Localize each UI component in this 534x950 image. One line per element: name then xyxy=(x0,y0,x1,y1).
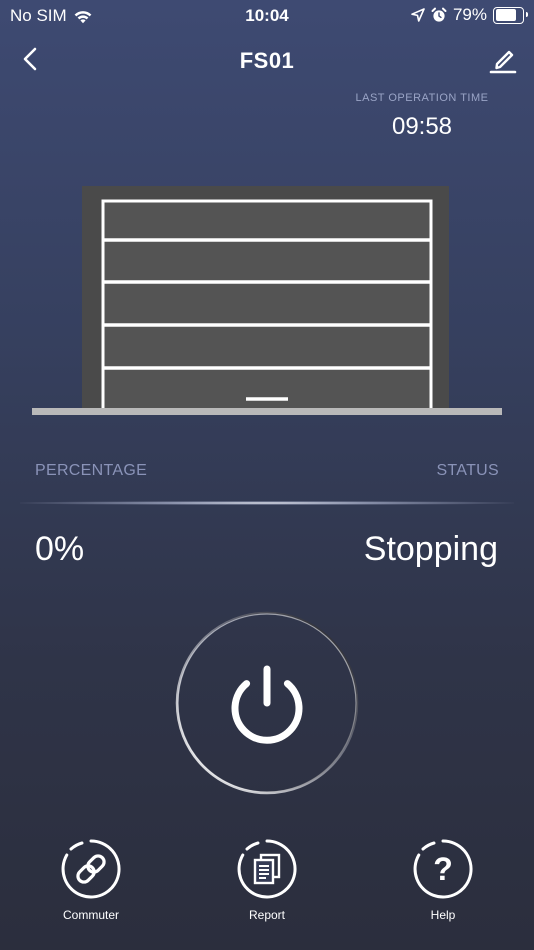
garage-door-illustration xyxy=(32,186,502,415)
nav-report[interactable]: Report xyxy=(207,838,327,922)
status-label: STATUS xyxy=(436,462,499,479)
percentage-label: PERCENTAGE xyxy=(35,462,148,479)
divider-glow xyxy=(20,501,514,505)
link-icon xyxy=(61,839,121,899)
nav-commuter[interactable]: Commuter xyxy=(31,838,151,922)
nav-help[interactable]: ? Help xyxy=(383,838,503,922)
nav-report-label: Report xyxy=(248,908,286,922)
bottom-nav: Commuter Report ? Help xyxy=(0,838,534,938)
status-value: Stopping xyxy=(363,530,498,568)
door-panel-area xyxy=(101,199,433,413)
power-button[interactable] xyxy=(175,611,359,795)
svg-text:?: ? xyxy=(433,851,453,887)
floor-line xyxy=(32,408,502,415)
question-icon: ? xyxy=(413,839,473,899)
nav-help-label: Help xyxy=(430,908,456,922)
percentage-value: 0% xyxy=(35,530,85,568)
document-icon xyxy=(237,839,297,899)
power-icon xyxy=(231,665,303,744)
power-ring xyxy=(175,611,359,795)
nav-commuter-label: Commuter xyxy=(62,908,119,922)
